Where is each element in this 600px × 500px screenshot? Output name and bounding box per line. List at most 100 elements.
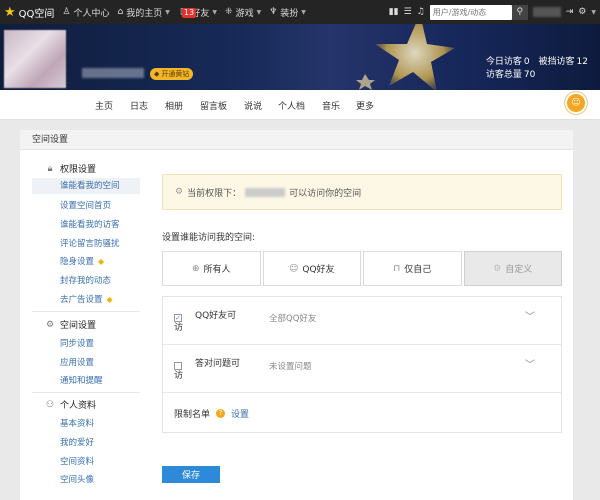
decorate-menu[interactable]: ♆ 装扮 ▼ (265, 6, 310, 19)
nav-item-blog[interactable]: 日志 (130, 99, 148, 112)
restrict-list-set-link[interactable]: 设置 (231, 407, 249, 420)
sidebar-group-title: 空间设置 (60, 321, 97, 331)
panel-title: 空间设置 (20, 130, 573, 150)
users-icon: ⚇ (45, 399, 55, 410)
divider (32, 311, 140, 312)
bars-icon[interactable]: ▮▮ (389, 7, 399, 17)
help-icon[interactable]: ? (216, 409, 226, 418)
friend-icon: ☺ (288, 263, 299, 274)
option-everyone[interactable]: ⊕ 所有人 (162, 251, 261, 286)
top-bar-right: ▮▮ ☰ ♫ 用户/游戏/动态 ⚲ ⇥ ⚙ ▼ (389, 4, 600, 20)
option-qq-friends[interactable]: ☺ QQ好友 (262, 251, 361, 286)
games-menu[interactable]: ⁜ 游戏 ▼ (221, 6, 265, 19)
nav-item-guestbook[interactable]: 留言板 (200, 99, 227, 112)
sidebar-item-space-info[interactable]: 空间资料 (60, 455, 94, 467)
sidebar-item-sync[interactable]: 同步设置 (60, 337, 94, 349)
diamond-icon: ◆ (106, 295, 113, 304)
logout-icon[interactable]: ⇥ (566, 7, 574, 17)
settings-panel: 空间设置 🔒︎ 权限设置 谁能看我的空间 设置空间首页 谁能看我的访客 评论留言… (20, 130, 573, 500)
notice-prefix: 当前权限下： (187, 188, 242, 199)
dropdown-icon[interactable]: ▼ (591, 9, 596, 16)
open-vip-button[interactable]: ◆ 开通黄钻 (150, 68, 194, 80)
nav-item-posts[interactable]: 说说 (244, 99, 262, 112)
chevron-down-icon[interactable]: ﹀ (525, 356, 535, 371)
option-custom[interactable]: ⚙ 自定义 (463, 251, 562, 286)
sidebar-item-who-can-view[interactable]: 谁能看我的空间 (32, 178, 140, 194)
sidebar-item-space-avatar[interactable]: 空间头像 (60, 473, 94, 485)
diamond-icon: ◆ (154, 70, 160, 78)
top-bar: ★ QQ空间 ♙ 个人中心 ⌂ 我的主页 ▼ ▣ 13 好友 ▼ ⁜ 游戏 ▼ … (0, 0, 600, 24)
qq-friends-value[interactable]: 全部QQ好友 (269, 312, 316, 324)
blocked-visitors-value[interactable]: 12 (577, 57, 588, 67)
answer-question-value[interactable]: 未设置问题 (269, 360, 312, 372)
gear-icon[interactable]: ⚙ (578, 7, 586, 17)
chevron-down-icon[interactable]: ﹀ (525, 308, 535, 323)
option-label: 自定义 (505, 265, 533, 275)
star-logo-icon: ★ (4, 4, 16, 20)
user-avatar-small[interactable] (532, 7, 561, 17)
sidebar-item-remove-ads[interactable]: 去广告设置 ◆ (60, 293, 113, 305)
option-only-me[interactable]: ⊓ 仅自己 (363, 251, 462, 286)
globe-icon: ⊕ (191, 263, 200, 274)
option-label: 所有人 (203, 265, 231, 275)
save-button[interactable]: 保存 (162, 466, 220, 483)
sidebar-item-stealth[interactable]: 隐身设置 ◆ (60, 255, 104, 267)
my-home-label: 我的主页 (126, 8, 163, 19)
gear-icon: ⚙ (493, 263, 502, 274)
blurred-text (245, 187, 286, 197)
nav-item-more[interactable]: 更多 (356, 99, 374, 112)
total-visitors-label: 访客总量 (485, 70, 522, 80)
search-icon[interactable]: ⚲ (511, 4, 528, 20)
search-input[interactable]: 用户/游戏/动态 (429, 4, 512, 20)
sidebar-item-anti-harassment[interactable]: 评论留言防骚扰 (60, 237, 120, 249)
qzone-logo-link[interactable]: ★ QQ空间 (0, 5, 58, 20)
lock-icon: ⊓ (393, 263, 401, 274)
playlist-icon[interactable]: ☰ (404, 7, 412, 17)
personal-center-link[interactable]: ♙ 个人中心 (58, 6, 113, 19)
sidebar-group-title: 权限设置 (60, 165, 97, 175)
home-icon: ⌂ (117, 7, 124, 17)
sidebar-item-set-homepage[interactable]: 设置空间首页 (60, 199, 111, 211)
avatar[interactable] (4, 30, 66, 88)
sidebar-group-space-settings: ⚙ 空间设置 (45, 318, 97, 332)
nav-item-profile[interactable]: 个人档 (278, 99, 305, 112)
nav-item-home[interactable]: 主页 (95, 99, 113, 112)
access-section-label: 设置谁能访问我的空间: (162, 233, 256, 243)
notice-suffix: 可以访问你的空间 (289, 188, 362, 199)
sidebar-item-notifications[interactable]: 通知和提醒 (60, 374, 103, 386)
sidebar-item-basic-info[interactable]: 基本资料 (60, 417, 94, 429)
qq-friends-label-wrap: 访 (174, 323, 184, 333)
sidebar-group-permissions: 🔒︎ 权限设置 (45, 162, 97, 176)
restrict-list-line: 限制名单 ? 设置 (174, 407, 249, 420)
chevron-down-icon: ▼ (212, 8, 218, 16)
sidebar-item-visitor-visibility[interactable]: 谁能看我的访客 (60, 218, 120, 230)
today-visitors-value[interactable]: 0 (524, 57, 530, 67)
visitor-stats: 今日访客 0 被挡访客 12 访客总量 70 (486, 56, 594, 82)
friends-menu[interactable]: ▣ 13 好友 ▼ (174, 6, 221, 19)
sidebar-item-seal-feed[interactable]: 封存我的动态 (60, 274, 111, 286)
sidebar-item-apps[interactable]: 应用设置 (60, 356, 94, 368)
settings-icon: ⚙ (175, 187, 184, 197)
total-visitors-value[interactable]: 70 (524, 70, 535, 80)
my-home-menu[interactable]: ⌂ 我的主页 ▼ (114, 6, 174, 19)
option-label: 仅自己 (404, 265, 432, 275)
personal-center-label: 个人中心 (73, 8, 110, 19)
sidebar-group-title: 个人资料 (60, 401, 97, 411)
restrict-list-row: 限制名单 ? 设置 (163, 393, 561, 433)
diamond-icon: ◆ (98, 257, 105, 266)
qq-friends-row: ✓ QQ好友可 访 全部QQ好友 ﹀ (163, 297, 561, 345)
qq-friends-label: QQ好友可 (195, 311, 237, 321)
sidebar-item-hobbies[interactable]: 我的爱好 (60, 436, 94, 448)
nav-item-music[interactable]: 音乐 (322, 99, 340, 112)
star-decoration-icon (356, 24, 455, 90)
nav-item-album[interactable]: 相册 (165, 99, 183, 112)
today-visitors-label: 今日访客 (485, 57, 522, 67)
logo-text: QQ空间 (18, 8, 55, 20)
user-icon: ♙ (62, 7, 71, 17)
music-icon[interactable]: ♫ (417, 7, 425, 17)
lock-icon: 🔒︎ (47, 163, 53, 174)
chevron-down-icon: ▼ (301, 8, 306, 16)
restrict-list-label: 限制名单 (174, 410, 211, 420)
search-box: 用户/游戏/动态 ⚲ (429, 4, 528, 20)
level-badge-icon[interactable]: ☺ (565, 92, 587, 114)
